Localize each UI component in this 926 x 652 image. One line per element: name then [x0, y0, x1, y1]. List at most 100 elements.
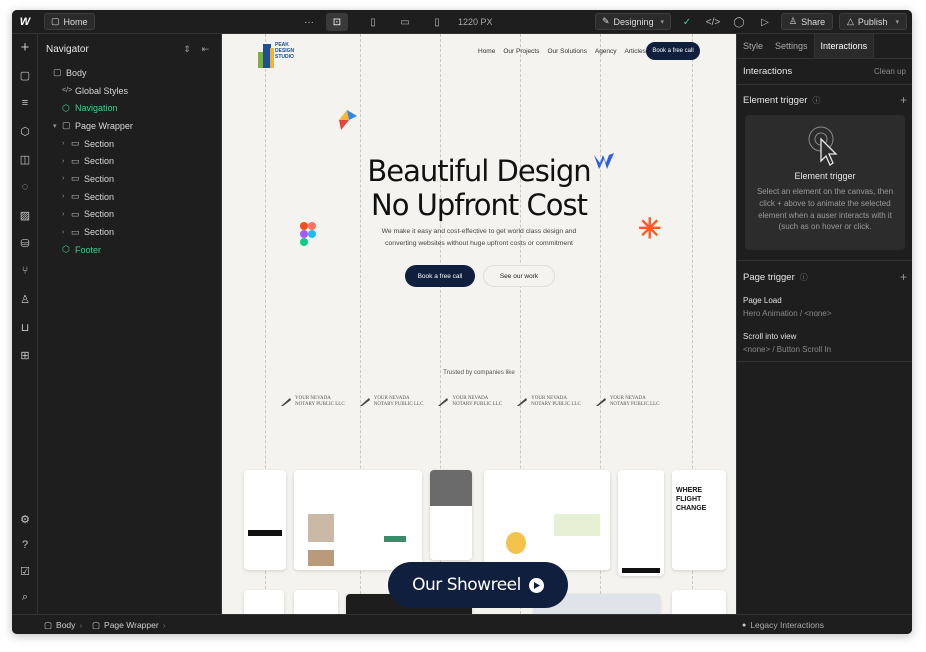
tab-settings[interactable]: Settings [769, 34, 814, 58]
help-icon[interactable]: ? [12, 534, 38, 556]
breadcrumb-body[interactable]: ▢ Body › [44, 615, 82, 634]
tab-interactions[interactable]: Interactions [813, 34, 875, 58]
desktop-breakpoint-icon[interactable]: ⊡ [326, 13, 348, 31]
clean-up-button[interactable]: Clean up [874, 67, 906, 76]
navigator-item[interactable]: ⬡ Navigation [38, 99, 221, 117]
mode-dropdown[interactable]: ✎ Designing ▾ [595, 13, 671, 30]
chevron-right-icon[interactable]: › [62, 140, 71, 147]
navigator-item-label: Section [84, 156, 115, 167]
webflow-logo[interactable]: W [12, 10, 38, 34]
navigator-item[interactable]: › ▭ Section [38, 223, 221, 241]
site-logo[interactable]: PEAK DESIGN STUDIO [258, 40, 294, 68]
page-icon: ▢ [51, 16, 60, 26]
client-logo-line2: NOTARY PUBLIC LLC [373, 402, 424, 407]
legacy-interactions-toggle[interactable]: ● Legacy Interactions [742, 615, 824, 634]
code-icon[interactable]: </> [702, 13, 724, 31]
showcase-thumbnail [672, 590, 726, 614]
page-trigger-item[interactable]: Scroll into view <none> / Button Scroll … [743, 332, 903, 354]
quill-icon [359, 398, 370, 406]
navigator-item[interactable]: › ▭ Section [38, 206, 221, 224]
page-trigger-item[interactable]: Page Load Hero Animation / <none> [743, 296, 903, 318]
hero-secondary-button[interactable]: See our work [483, 265, 555, 287]
section-icon: ▭ [71, 173, 80, 184]
navigator-item[interactable]: › ▭ Section [38, 170, 221, 188]
showcase-thumbnail [244, 590, 284, 614]
quill-icon [281, 398, 291, 406]
navigator-item[interactable]: ▾ ▢ Page Wrapper [38, 117, 221, 135]
add-icon[interactable]: + [12, 36, 38, 58]
cms-icon[interactable]: ⛁ [12, 232, 38, 254]
legacy-label: Legacy Interactions [750, 620, 824, 630]
expand-collapse-icon[interactable]: ⇕ ⇤ [183, 44, 213, 55]
chevron-down-icon[interactable]: ▾ [53, 122, 62, 130]
site-nav-home[interactable]: Home [478, 48, 495, 55]
tab-style[interactable]: Style [737, 34, 769, 58]
divider [737, 361, 912, 362]
navigator-item-label: Page Wrapper [75, 120, 133, 131]
check-circle-icon[interactable]: ✓ [676, 13, 698, 31]
navigator-item[interactable]: › ▭ Section [38, 152, 221, 170]
site-nav-articles[interactable]: Articles [625, 48, 646, 55]
nav-cta-button[interactable]: Book a free call [646, 42, 700, 60]
navigator-item-label: Section [84, 227, 115, 238]
search-icon[interactable]: ⌕ [12, 586, 38, 608]
assets-icon[interactable]: ▨ [12, 204, 38, 226]
element-trigger-header: Element trigger ⓘ + [737, 92, 912, 108]
add-element-trigger-icon[interactable]: + [900, 93, 907, 107]
hero-primary-button[interactable]: Book a free call [405, 265, 475, 287]
site-nav-projects[interactable]: Our Projects [503, 48, 539, 55]
showcase-thumbnail [294, 470, 422, 570]
home-label: Home [63, 16, 88, 27]
section-icon: ▭ [71, 191, 80, 202]
info-icon[interactable]: ⓘ [812, 95, 820, 106]
more-icon[interactable]: ··· [298, 13, 320, 31]
site-nav-solutions[interactable]: Our Solutions [547, 48, 586, 55]
add-page-trigger-icon[interactable]: + [900, 270, 907, 284]
navigator-icon[interactable]: ≡ [12, 92, 38, 114]
navigator-item[interactable]: › ▭ Section [38, 188, 221, 206]
audit-icon[interactable]: ☑ [12, 560, 38, 582]
chevron-right-icon[interactable]: › [62, 158, 71, 165]
preview-icon[interactable]: ▷ [754, 13, 776, 31]
users-icon[interactable]: ♙ [12, 288, 38, 310]
tablet-breakpoint-icon[interactable]: ▯ [362, 13, 384, 31]
left-toolbar: + ▢ ≡ ⬡ ◫ ◌ ▨ ⛁ ⑂ ♙ ⊔ ⊞ ⚙ ? ☑ ⌕ ▣ [12, 34, 38, 628]
navigator-item-label: Body [66, 67, 87, 78]
chevron-right-icon[interactable]: › [62, 211, 71, 218]
chevron-right-icon[interactable]: › [62, 175, 71, 182]
logic-icon[interactable]: ⑂ [12, 260, 38, 282]
navigator-item[interactable]: › ▭ Section [38, 135, 221, 153]
mobile-breakpoint-icon[interactable]: ▯ [426, 13, 448, 31]
code-icon: </> [62, 87, 73, 95]
showreel-button[interactable]: Our Showreel [388, 562, 568, 608]
variables-icon[interactable]: ◫ [12, 148, 38, 170]
share-button[interactable]: ♙ Share [781, 13, 834, 30]
pages-icon[interactable]: ▢ [12, 64, 38, 86]
box-icon: ▢ [44, 619, 53, 630]
navigator-item[interactable]: ⬡ Footer [38, 241, 221, 259]
navigator-item[interactable]: </> Global Styles [38, 82, 221, 100]
comment-icon[interactable]: ◯ [728, 13, 750, 31]
home-button[interactable]: ▢ Home [44, 13, 95, 30]
info-icon[interactable]: ⓘ [800, 272, 808, 283]
hero-title-line1: Beautiful Design [367, 154, 591, 188]
landscape-breakpoint-icon[interactable]: ▭ [394, 13, 416, 31]
chevron-right-icon[interactable]: › [62, 229, 71, 236]
ecommerce-icon[interactable]: ⊔ [12, 316, 38, 338]
breadcrumb-page-wrapper[interactable]: ▢ Page Wrapper › [92, 615, 166, 634]
settings-icon[interactable]: ⚙ [12, 508, 38, 530]
element-trigger-card: Element trigger Select an element on the… [745, 115, 905, 250]
navigator-item[interactable]: ▢ Body [38, 64, 221, 82]
panel-tabs: Style Settings Interactions [737, 34, 912, 59]
site-nav-agency[interactable]: Agency [595, 48, 617, 55]
client-logo: YOUR NEVADA NOTARY PUBLIC LLC [280, 396, 345, 408]
chevron-right-icon: › [162, 620, 166, 630]
styles-icon[interactable]: ◌ [12, 176, 38, 198]
apps-icon[interactable]: ⊞ [12, 344, 38, 366]
design-canvas[interactable]: PEAK DESIGN STUDIO Home Our Projects Our… [222, 34, 736, 614]
page-trigger-value: Hero Animation / <none> [743, 309, 832, 318]
navigator-header: Navigator ⇕ ⇤ [38, 34, 221, 64]
publish-button[interactable]: △ Publish ▾ [839, 13, 907, 30]
chevron-right-icon[interactable]: › [62, 193, 71, 200]
components-icon[interactable]: ⬡ [12, 120, 38, 142]
